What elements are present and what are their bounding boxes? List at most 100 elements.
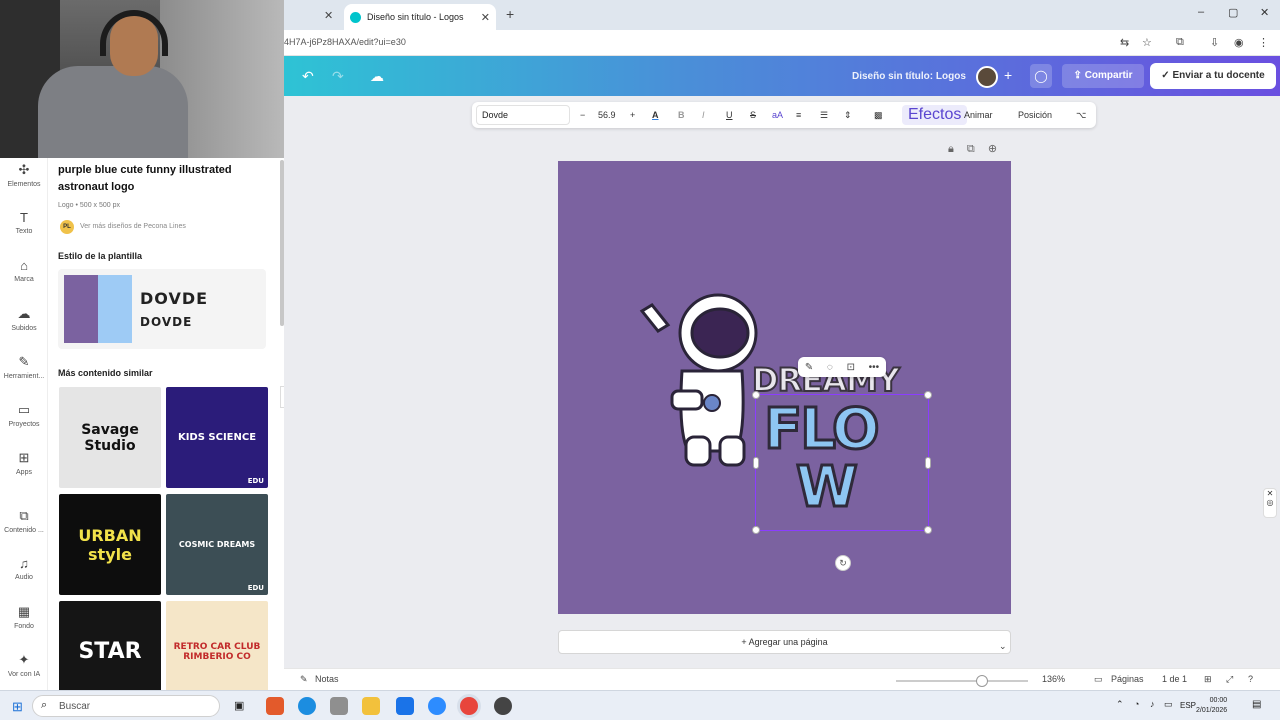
active-tab[interactable]: Diseño sin título - Logos ✕ — [344, 4, 496, 30]
mail-icon[interactable] — [396, 697, 414, 715]
zoom-level[interactable]: 136% — [1042, 674, 1065, 684]
share-button[interactable]: ⇪ Compartir — [1062, 64, 1144, 88]
url-text[interactable]: 4H7A-j6Pz8HAXA/edit?ui=e30 — [284, 37, 406, 47]
paint-format-icon[interactable]: ⌥ — [1076, 102, 1086, 128]
language-indicator[interactable]: ESP — [1180, 701, 1196, 710]
nav-item-subidos[interactable]: ☁ Subidos — [0, 306, 48, 332]
lock-icon[interactable]: ⊡ — [847, 362, 855, 373]
underline-icon[interactable]: U — [726, 102, 733, 128]
nav-item-contenido[interactable]: ⧉ Contenido ... — [0, 508, 48, 534]
similar-template-thumb[interactable]: KIDS SCIENCE EDU — [166, 387, 268, 488]
windows-start-icon[interactable]: ⊞ — [12, 699, 23, 715]
help-icon[interactable]: ? — [1248, 674, 1253, 684]
rotate-handle[interactable]: ↻ — [835, 555, 851, 571]
similar-template-thumb[interactable]: STAR — [59, 601, 161, 702]
fullscreen-icon[interactable]: ⤢ — [1226, 674, 1233, 685]
zoom-icon[interactable] — [428, 697, 446, 715]
resize-handle[interactable] — [925, 457, 931, 469]
notifications-icon[interactable]: ▤ — [1252, 699, 1261, 710]
similar-template-thumb[interactable]: RETRO CAR CLUB RIMBERIO CO — [166, 601, 268, 702]
author-avatar[interactable]: PL — [60, 220, 74, 234]
similar-template-thumb[interactable]: URBAN style — [59, 494, 161, 595]
resize-handle[interactable] — [924, 391, 932, 399]
list-icon[interactable]: ☰ — [820, 102, 828, 128]
previous-tab[interactable]: ✕ — [284, 4, 344, 30]
animate-button[interactable]: Animar — [964, 102, 993, 128]
zoom-slider[interactable] — [896, 680, 1028, 682]
font-size-field[interactable]: 56.9 — [598, 102, 616, 128]
right-rail[interactable]: ✕ ◎ — [1263, 488, 1277, 518]
add-collaborator-icon[interactable]: + — [1004, 67, 1012, 83]
undo-icon[interactable]: ↶ — [302, 68, 314, 85]
new-tab-icon[interactable]: + — [506, 6, 514, 22]
position-button[interactable]: Posición — [1018, 102, 1052, 128]
zoom-slider-knob[interactable] — [976, 675, 988, 687]
chevron-down-icon[interactable]: ⌄ — [999, 635, 1007, 657]
task-view-icon[interactable]: ▣ — [234, 699, 244, 712]
italic-icon[interactable]: I — [702, 102, 705, 128]
nav-item-herramientas[interactable]: ✎ Herramient... — [0, 354, 48, 380]
case-icon[interactable]: aA — [772, 102, 783, 128]
nav-item-ia[interactable]: ✦ Vor con IA — [0, 652, 48, 678]
extensions-icon[interactable]: ⧉ — [1176, 36, 1184, 49]
notes-button[interactable]: Notas — [315, 674, 339, 684]
design-page[interactable]: DREAMY FLO W ✎ ◌ ⊡ ••• ↻ — [558, 161, 1011, 614]
close-tab-icon[interactable]: ✕ — [324, 9, 333, 22]
duplicate-page-icon[interactable]: ⧉ — [967, 143, 975, 155]
nav-item-elementos[interactable]: ✣ Elementos — [0, 162, 48, 188]
downloads-icon[interactable]: ⇩ — [1210, 36, 1219, 49]
chrome-icon[interactable] — [460, 697, 478, 715]
effects-button[interactable]: Efectos — [902, 105, 968, 125]
text-color-icon[interactable]: A — [652, 102, 659, 128]
document-title[interactable]: Diseño sin título: Logos — [852, 71, 966, 82]
taskbar-search[interactable]: ⌕ Buscar — [32, 695, 220, 717]
lock-icon[interactable]: 🔒︎ — [948, 143, 954, 155]
edge-icon[interactable] — [298, 697, 316, 715]
resize-handle[interactable] — [924, 526, 932, 534]
nav-item-proyectos[interactable]: ▭ Proyectos — [0, 402, 48, 428]
nav-item-texto[interactable]: T Texto — [0, 210, 48, 235]
restore-icon[interactable]: ▢ — [1228, 6, 1238, 19]
comment-button[interactable]: ◯ — [1030, 64, 1052, 88]
align-icon[interactable]: ≡ — [796, 102, 801, 128]
resize-handle[interactable] — [752, 391, 760, 399]
magic-edit-icon[interactable]: ✎ — [805, 362, 813, 373]
spacing-icon[interactable]: ⇕ — [844, 102, 852, 128]
astronaut-illustration[interactable] — [638, 291, 770, 471]
pages-icon[interactable]: ▭ — [1094, 674, 1103, 685]
github-icon[interactable] — [494, 697, 512, 715]
translate-icon[interactable]: ⇆ — [1120, 36, 1129, 49]
font-selector[interactable]: Dovde — [476, 105, 570, 125]
similar-template-thumb[interactable]: COSMIC DREAMS EDU — [166, 494, 268, 595]
nav-item-apps[interactable]: ⊞ Apps — [0, 450, 48, 476]
profile-icon[interactable]: ◉ — [1234, 36, 1244, 49]
nav-item-fondo[interactable]: ▦ Fondo — [0, 604, 48, 630]
nav-item-audio[interactable]: ♫ Audio — [0, 556, 48, 581]
author-link[interactable]: Ver más diseños de Pecona Lines — [80, 223, 186, 230]
nav-item-marca[interactable]: ⌂ Marca — [0, 258, 48, 283]
cloud-save-icon[interactable]: ☁ — [370, 68, 384, 85]
similar-template-thumb[interactable]: Savage Studio — [59, 387, 161, 488]
add-page-button[interactable]: + Agregar una página ⌄ — [558, 630, 1011, 654]
avatar[interactable] — [976, 66, 998, 88]
more-options-icon[interactable]: ••• — [869, 362, 880, 373]
bookmark-star-icon[interactable]: ☆ — [1142, 36, 1152, 49]
redo-icon[interactable]: ↷ — [332, 68, 344, 85]
close-window-icon[interactable]: ✕ — [1260, 6, 1269, 19]
template-style-card[interactable]: DOVDE DOVDE — [58, 269, 266, 349]
copilot-icon[interactable] — [266, 697, 284, 715]
file-explorer-icon[interactable] — [362, 697, 380, 715]
notes-icon[interactable]: ✎ — [300, 674, 308, 685]
minimize-icon[interactable]: – — [1198, 6, 1204, 18]
network-icon[interactable]: ◔ — [1134, 699, 1139, 709]
close-tab-icon[interactable]: ✕ — [481, 11, 490, 24]
add-page-icon[interactable]: ⊕ — [988, 143, 997, 155]
system-clock[interactable]: 00:00 2/01/2026 — [1196, 696, 1227, 716]
bold-icon[interactable]: B — [678, 102, 685, 128]
comment-icon[interactable]: ◌ — [827, 362, 833, 373]
resize-handle[interactable] — [753, 457, 759, 469]
decrease-size-icon[interactable]: − — [580, 102, 585, 128]
close-icon[interactable]: ✕ — [1267, 489, 1274, 498]
tray-chevron-icon[interactable]: ⌃ — [1116, 699, 1124, 710]
app-icon[interactable] — [330, 697, 348, 715]
